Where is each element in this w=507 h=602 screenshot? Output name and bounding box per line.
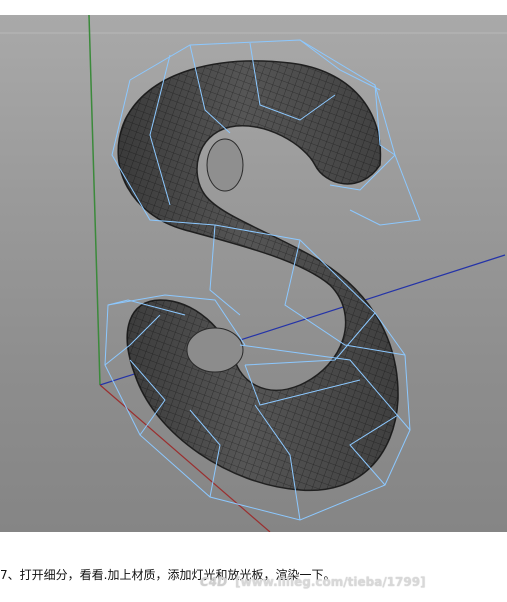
s-model[interactable] — [117, 60, 399, 492]
watermark-logo: C4D — [200, 575, 228, 589]
viewport-canvas — [0, 15, 507, 532]
watermark: C4D [www.illieg.com/tieba/1799] — [200, 575, 426, 589]
3d-viewport[interactable] — [0, 15, 507, 532]
y-axis-line — [88, 15, 101, 386]
watermark-text: [www.illieg.com/tieba/1799] — [235, 575, 426, 589]
